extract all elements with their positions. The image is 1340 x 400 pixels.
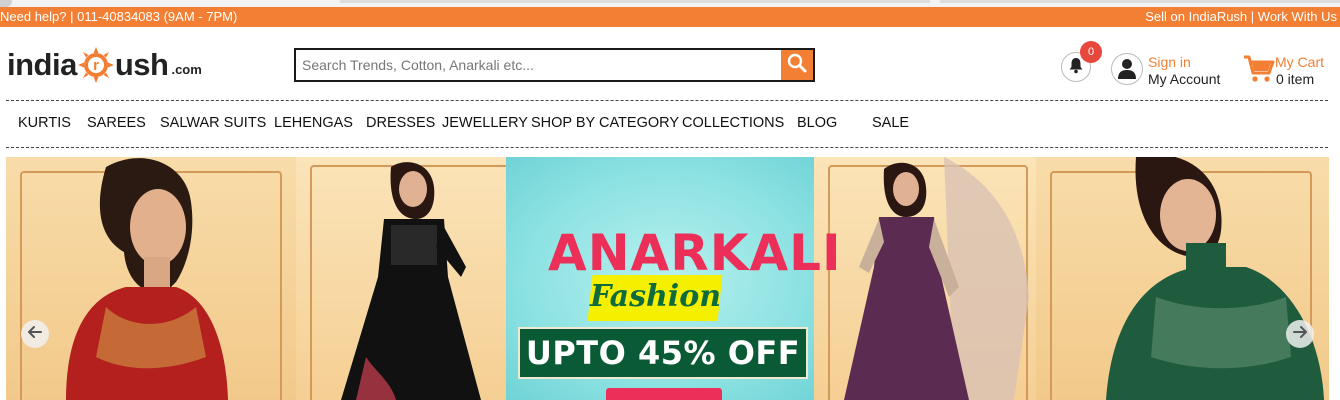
notifications-button[interactable]: 0: [1061, 41, 1102, 82]
top-announcement-bar: Need help? | 011-40834083 (9AM - 7PM) Se…: [0, 7, 1340, 27]
banner-panel-fourth: [814, 157, 1044, 400]
logo-suffix: .com: [171, 62, 202, 77]
search-button[interactable]: [781, 50, 813, 80]
nav-item-blog[interactable]: BLOG: [797, 115, 837, 131]
site-logo[interactable]: india r ush .com: [7, 41, 202, 83]
search-bar: [294, 48, 815, 82]
banner-panel-second: [296, 157, 521, 400]
sun-logo-icon: r: [77, 47, 114, 83]
nav-item-kurtis[interactable]: KURTIS: [18, 115, 71, 131]
nav-item-shop-by-category[interactable]: SHOP BY CATEGORY: [531, 115, 679, 131]
search-input[interactable]: [296, 50, 783, 80]
topbar-separator: |: [1247, 9, 1258, 24]
help-contact-text: Need help? | 011-40834083 (9AM - 7PM): [0, 9, 238, 24]
arrow-left-icon: [27, 324, 43, 345]
banner-panel-right: [1036, 157, 1329, 400]
browser-search-edge: [940, 0, 1340, 3]
model-black-anarkali-image: [341, 162, 481, 400]
browser-address-edge: [340, 0, 930, 3]
user-icon: [1111, 53, 1143, 85]
banner-next-button[interactable]: [1286, 320, 1314, 348]
promo-title: ANARKALI: [548, 224, 842, 282]
topbar-links: Sell on IndiaRush | Work With Us: [1145, 7, 1337, 27]
hero-banner[interactable]: ANARKALI Fashion UPTO 45% OFF: [6, 157, 1329, 400]
browser-chrome-strip: [0, 0, 1340, 7]
my-account-link[interactable]: My Account: [1148, 71, 1220, 87]
promo-subtitle: Fashion: [590, 279, 722, 314]
nav-item-collections[interactable]: COLLECTIONS: [682, 115, 784, 131]
cart-item-count: 0 item: [1276, 71, 1315, 87]
cart-label: My Cart: [1275, 54, 1324, 70]
arrow-right-icon: [1292, 324, 1308, 345]
logo-center-letter: r: [93, 57, 99, 74]
nav-item-jewellery[interactable]: JEWELLERY: [442, 115, 528, 131]
sell-on-link[interactable]: Sell on IndiaRush: [1145, 9, 1247, 24]
nav-item-sale[interactable]: SALE: [872, 115, 909, 131]
promo-offer-text: UPTO 45% OFF: [525, 334, 801, 372]
nav-item-salwar-suits[interactable]: SALWAR SUITS: [160, 115, 266, 131]
model-purple-gown-image: [844, 157, 1029, 400]
nav-item-dresses[interactable]: DRESSES: [366, 115, 435, 131]
work-with-us-link[interactable]: Work With Us: [1258, 9, 1337, 24]
model-red-outfit-image: [66, 158, 228, 400]
promo-shop-button[interactable]: [606, 388, 722, 400]
sign-in-link[interactable]: Sign in: [1148, 55, 1191, 70]
nav-item-sarees[interactable]: SAREES: [87, 115, 146, 131]
banner-prev-button[interactable]: [21, 320, 49, 348]
logo-text-left: india: [7, 47, 77, 82]
cart-icon: [1243, 53, 1275, 85]
site-header: india r ush .com Search Trends, Cotton, …: [0, 27, 1340, 100]
nav-item-lehengas[interactable]: LEHENGAS: [274, 115, 353, 131]
banner-panel-left: [6, 157, 296, 400]
account-menu[interactable]: Sign in My Account: [1111, 53, 1231, 89]
cart-button[interactable]: My Cart 0 item: [1243, 53, 1338, 89]
search-icon: [787, 53, 807, 78]
logo-text-right: ush: [114, 47, 169, 82]
nav-divider-bottom: [6, 147, 1328, 148]
notification-count-badge: 0: [1080, 41, 1102, 63]
model-green-outfit-image: [1106, 157, 1324, 400]
main-navigation: KURTIS SAREES SALWAR SUITS LEHENGAS DRES…: [0, 101, 1340, 147]
browser-tab-edge: [0, 0, 12, 7]
